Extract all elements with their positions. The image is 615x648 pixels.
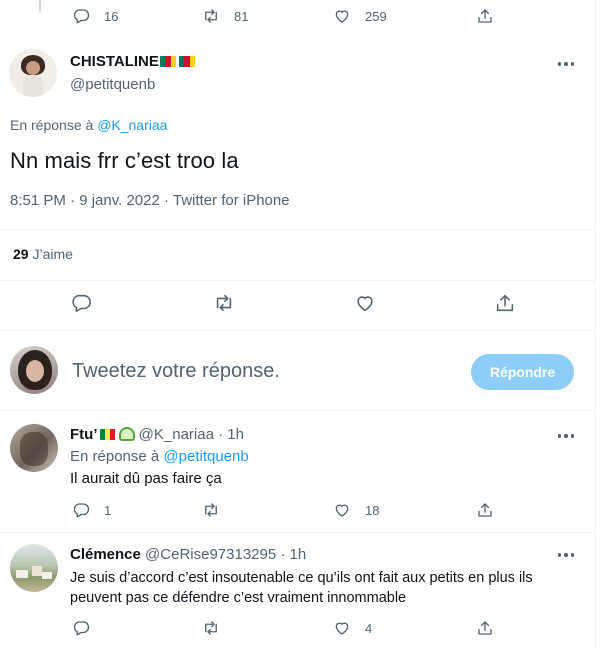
share-icon xyxy=(476,7,494,25)
author-handle[interactable]: @petitquenb xyxy=(70,76,155,93)
reply-author-row: Ftu’ @K_nariaa · 1h xyxy=(70,426,244,443)
like-count: 259 xyxy=(365,8,387,24)
composer-avatar[interactable] xyxy=(10,346,58,394)
more-icon xyxy=(557,553,562,557)
reply-icon xyxy=(70,292,92,314)
divider xyxy=(0,532,596,533)
cameroon-flag-icon xyxy=(159,56,176,67)
reply-time[interactable]: · 1h xyxy=(218,426,244,443)
author-display-name[interactable]: CHISTALINE xyxy=(70,53,159,70)
share-icon xyxy=(476,501,494,519)
like-icon xyxy=(354,292,376,314)
reply-text-line: peuvent pas ce défendre c’est vraiment i… xyxy=(70,590,407,606)
tweet-timestamp[interactable]: 8:51 PM · 9 janv. 2022 · Twitter for iPh… xyxy=(10,192,290,209)
reply-submit-button[interactable]: Répondre xyxy=(471,354,574,390)
avatar-ftu[interactable] xyxy=(10,424,58,472)
retweet-icon xyxy=(213,292,235,314)
reply-context: En réponse à @petitquenb xyxy=(70,448,249,465)
divider xyxy=(0,410,596,411)
like-button[interactable]: 18 xyxy=(333,501,379,519)
reply-context: En réponse à @K_nariaa xyxy=(10,117,167,133)
like-icon xyxy=(333,501,351,519)
retweet-button[interactable] xyxy=(202,501,234,519)
like-icon xyxy=(333,619,351,637)
reply-context-label: En réponse à xyxy=(70,448,160,465)
share-icon xyxy=(494,292,516,314)
reply-icon xyxy=(72,619,90,637)
likes-count: 29 xyxy=(13,246,29,262)
share-action[interactable] xyxy=(476,7,494,25)
senegal-flag-icon xyxy=(99,429,116,440)
like-action[interactable]: 259 xyxy=(333,7,387,25)
reply-author-handle[interactable]: @CeRise97313295 xyxy=(145,546,276,563)
reply-author-name[interactable]: Ftu’ xyxy=(70,426,98,443)
like-button[interactable] xyxy=(354,292,376,314)
share-button[interactable] xyxy=(476,619,494,637)
reply-text: Je suis d’accord c’est insoutenable ce q… xyxy=(70,568,533,608)
reply-text: Il aurait dû pas faire ça xyxy=(70,470,222,487)
more-icon xyxy=(557,434,562,438)
share-button[interactable] xyxy=(476,501,494,519)
like-count: 18 xyxy=(365,502,380,518)
more-options-button[interactable] xyxy=(555,547,577,563)
like-icon xyxy=(333,7,351,25)
previous-tweet-actions: 16 81 259 xyxy=(0,7,596,31)
divider xyxy=(0,330,596,331)
divider xyxy=(0,280,596,281)
retweet-icon xyxy=(202,7,220,25)
likes-label: J’aime xyxy=(32,246,73,262)
reply-text-line: Je suis d’accord c’est insoutenable ce q… xyxy=(70,570,533,586)
reply-actions: 1 18 xyxy=(0,501,596,525)
reply-actions: 4 xyxy=(0,619,596,643)
reply-context-mention[interactable]: @petitquenb xyxy=(163,448,248,465)
cameroon-flag-icon xyxy=(178,56,195,67)
timeline-column: 16 81 259 CHISTALINE @petitquenb En répo… xyxy=(0,0,596,648)
retweet-icon xyxy=(202,501,220,519)
reply-icon xyxy=(72,501,90,519)
like-button[interactable]: 4 xyxy=(333,619,372,637)
more-icon xyxy=(557,62,562,66)
reply-count: 1 xyxy=(104,502,112,518)
reply-icon xyxy=(72,7,90,25)
bitmoji-emoji-icon xyxy=(118,427,135,441)
main-tweet-text: Nn mais frr c’est troo la xyxy=(10,148,239,173)
reply-author-row: Clémence @CeRise97313295 · 1h xyxy=(70,546,306,563)
reply-context-mention[interactable]: @K_nariaa xyxy=(97,117,167,133)
reply-author-handle[interactable]: @K_nariaa xyxy=(139,426,214,443)
reply-button[interactable] xyxy=(72,619,104,637)
avatar-chistaline[interactable] xyxy=(9,49,57,97)
share-icon xyxy=(476,619,494,637)
divider xyxy=(0,229,596,230)
retweet-action[interactable]: 81 xyxy=(202,7,248,25)
more-options-button[interactable] xyxy=(555,56,577,72)
reply-button[interactable]: 1 xyxy=(72,501,111,519)
retweet-button[interactable] xyxy=(213,292,235,314)
author-name-row: CHISTALINE xyxy=(70,53,195,70)
share-button[interactable] xyxy=(494,292,516,314)
main-tweet-actions xyxy=(0,292,596,316)
reply-count: 16 xyxy=(104,8,119,24)
reply-composer-input[interactable]: Tweetez votre réponse. xyxy=(72,360,280,383)
reply-button[interactable] xyxy=(70,292,92,314)
reply-author-name[interactable]: Clémence xyxy=(70,546,141,563)
avatar-clemence[interactable] xyxy=(10,544,58,592)
likes-summary[interactable]: 29 J’aime xyxy=(13,246,73,262)
retweet-button[interactable] xyxy=(202,619,234,637)
like-count: 4 xyxy=(365,620,373,636)
more-options-button[interactable] xyxy=(555,428,577,444)
reply-time[interactable]: · 1h xyxy=(280,546,306,563)
retweet-count: 81 xyxy=(234,8,249,24)
reply-context-label: En réponse à xyxy=(10,117,94,133)
retweet-icon xyxy=(202,619,220,637)
reply-action[interactable]: 16 xyxy=(72,7,118,25)
